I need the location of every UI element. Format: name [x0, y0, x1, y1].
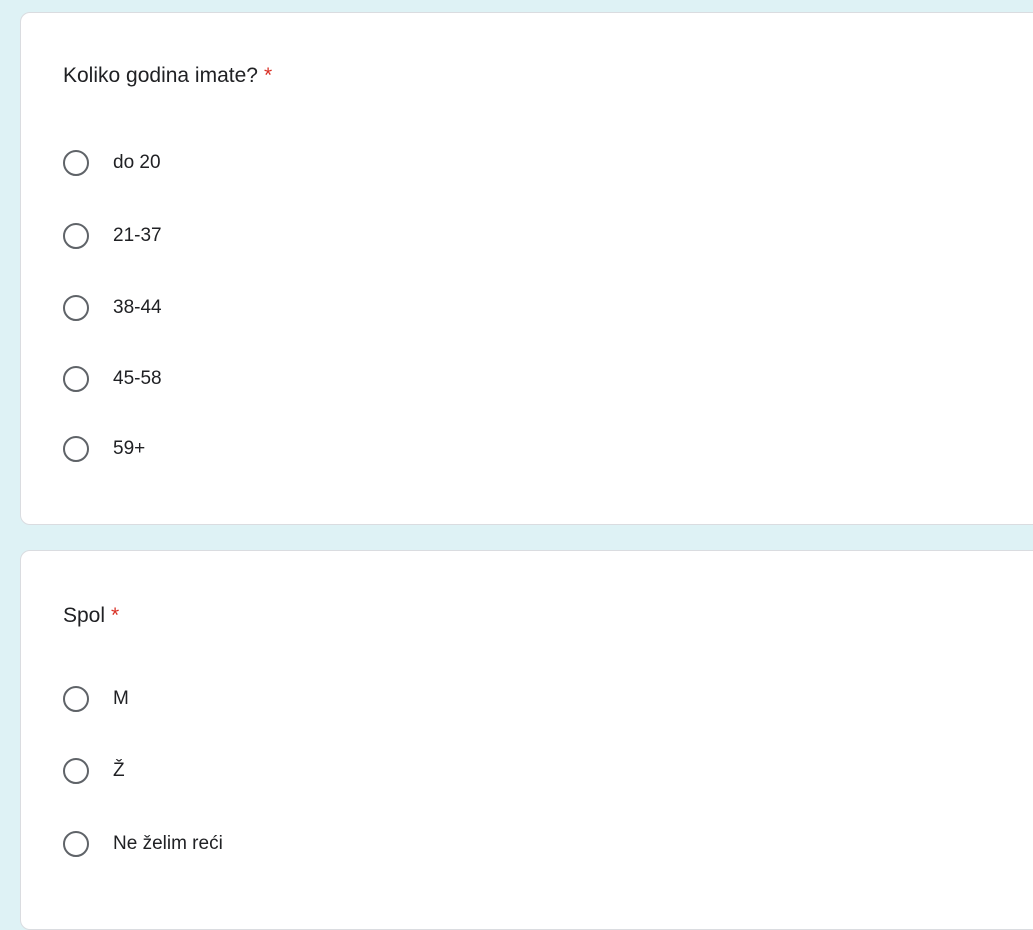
question-card-age: Koliko godina imate? * do 20 21-37 38-44 … — [20, 12, 1033, 525]
question-title-text: Spol — [63, 604, 106, 627]
radio-button-icon[interactable] — [63, 758, 89, 784]
radio-option-45-58[interactable]: 45-58 — [63, 361, 162, 397]
radio-button-icon[interactable] — [63, 295, 89, 321]
radio-option-38-44[interactable]: 38-44 — [63, 290, 162, 326]
option-label: M — [113, 688, 129, 709]
radio-button-icon[interactable] — [63, 366, 89, 392]
question-title-text: Koliko godina imate? — [63, 64, 258, 87]
radio-button-icon[interactable] — [63, 686, 89, 712]
option-label: 59+ — [113, 438, 146, 459]
option-label: do 20 — [113, 152, 161, 173]
required-star: * — [111, 604, 120, 627]
radio-button-icon[interactable] — [63, 436, 89, 462]
option-label: 21-37 — [113, 225, 162, 246]
radio-option-m[interactable]: M — [63, 681, 129, 717]
question-title-gender: Spol * — [63, 603, 119, 629]
required-star: * — [263, 64, 273, 87]
radio-option-do-20[interactable]: do 20 — [63, 145, 161, 181]
radio-button-icon[interactable] — [63, 831, 89, 857]
radio-button-icon[interactable] — [63, 150, 89, 176]
option-label: 38-44 — [113, 297, 162, 318]
radio-option-59-plus[interactable]: 59+ — [63, 431, 145, 467]
question-title-age: Koliko godina imate? * — [63, 63, 272, 89]
option-label: 45-58 — [113, 368, 162, 389]
radio-button-icon[interactable] — [63, 223, 89, 249]
radio-option-z[interactable]: Ž — [63, 753, 125, 789]
option-label: Ž — [113, 760, 125, 781]
option-label: Ne želim reći — [113, 833, 223, 854]
radio-option-21-37[interactable]: 21-37 — [63, 218, 162, 254]
question-card-gender: Spol * M Ž Ne želim reći — [20, 550, 1033, 930]
radio-option-ne-zelim-reci[interactable]: Ne želim reći — [63, 826, 223, 862]
